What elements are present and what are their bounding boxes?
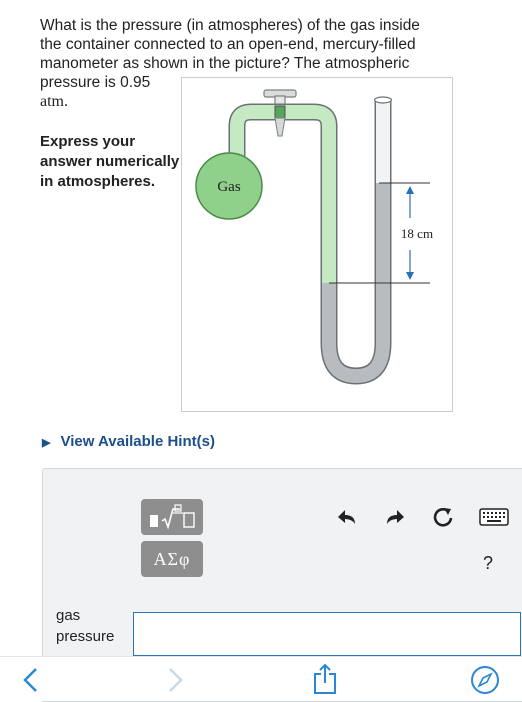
question-line-2: the container connected to an open-end, … [40, 36, 416, 53]
manometer-diagram: Gas 18 cm [195, 89, 433, 385]
manometer-figure: Gas 18 cm [181, 77, 453, 412]
question-line-1: What is the pressure (in atmospheres) of… [40, 17, 420, 34]
help-button[interactable]: ? [483, 553, 493, 574]
back-button[interactable] [22, 667, 40, 698]
templates-button[interactable] [141, 499, 203, 535]
reset-icon [433, 508, 453, 527]
share-icon [314, 663, 336, 694]
back-chevron-icon [23, 668, 37, 692]
redo-button[interactable] [381, 503, 409, 531]
reset-button[interactable] [429, 503, 457, 531]
greek-label: ΑΣφ [153, 548, 191, 569]
keyboard-icon [479, 508, 509, 526]
view-hints-link[interactable]: ▶ View Available Hint(s) [42, 433, 215, 450]
redo-icon [387, 510, 404, 524]
expand-triangle-icon: ▶ [42, 437, 51, 449]
undo-icon [338, 510, 355, 524]
browser-bottom-bar [0, 656, 522, 701]
greek-symbols-button[interactable]: ΑΣφ [141, 541, 203, 577]
hints-label: View Available Hint(s) [60, 433, 215, 450]
keyboard-button[interactable] [477, 503, 511, 531]
fraction-sqrt-icon [150, 504, 195, 530]
question-line-3: manometer as shown in the picture? The a… [40, 55, 410, 72]
gas-pressure-input[interactable] [133, 612, 521, 656]
undo-button[interactable] [333, 503, 361, 531]
bookmarks-button[interactable] [470, 665, 500, 700]
instruction-text: Express your answer numerically in atmos… [40, 133, 180, 190]
height-label: 18 cm [401, 226, 433, 241]
compass-icon [471, 666, 499, 694]
share-button[interactable] [312, 663, 338, 700]
gas-label: Gas [217, 179, 240, 195]
forward-chevron-icon [169, 668, 183, 692]
forward-button[interactable] [166, 667, 184, 698]
answer-label: gas pressure [56, 607, 115, 645]
